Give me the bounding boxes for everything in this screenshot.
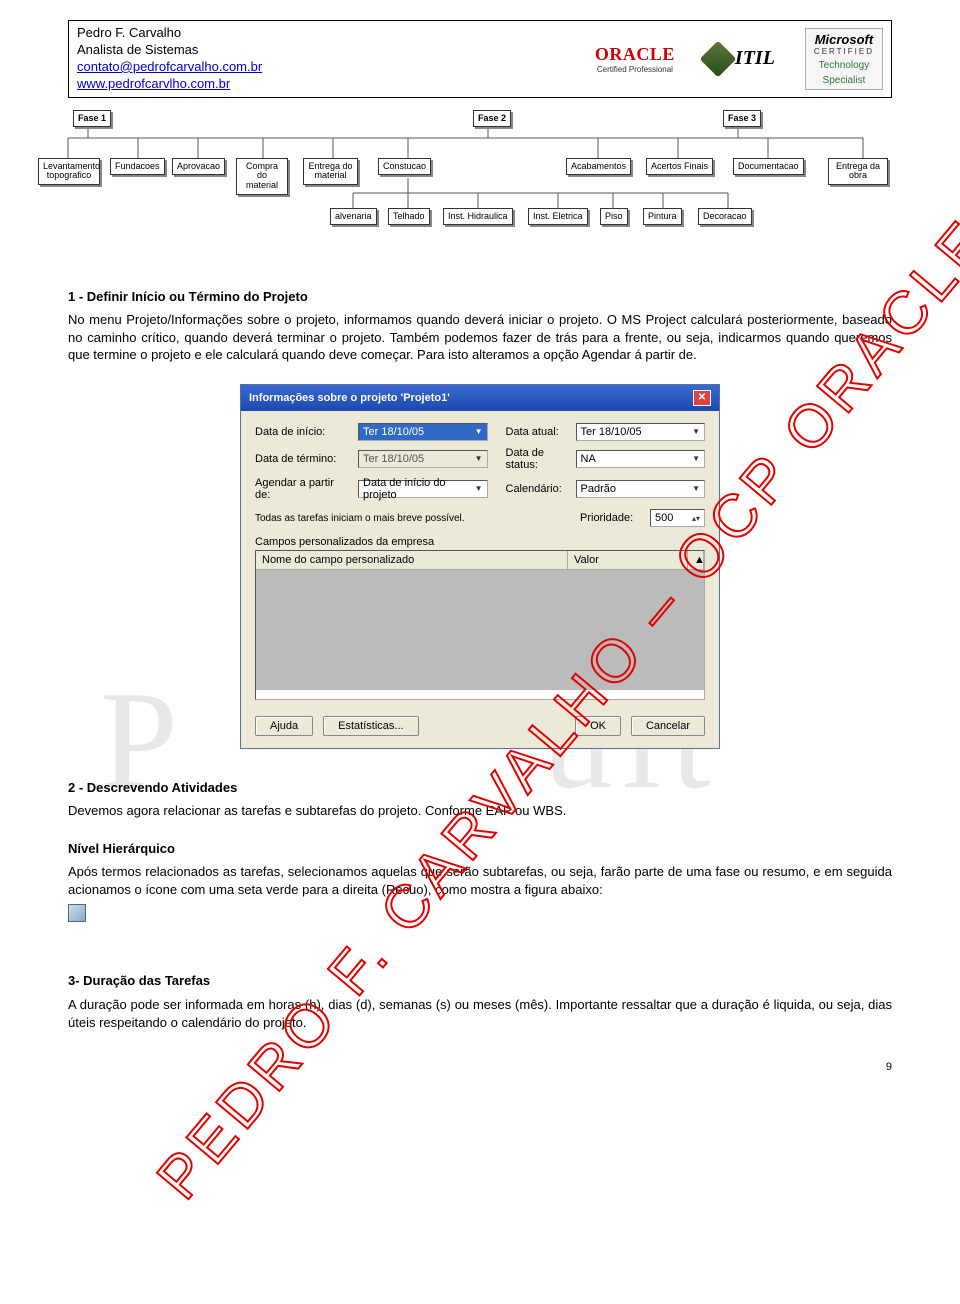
- node-compra: Compra do material: [236, 158, 288, 196]
- lbl-agendar: Agendar a partir de:: [255, 477, 350, 501]
- node-acertos: Acertos Finais: [646, 158, 713, 176]
- lbl-data-atual: Data atual:: [506, 426, 568, 438]
- node-aprovacao: Aprovacao: [172, 158, 225, 176]
- field-data-atual[interactable]: Ter 18/10/05▼: [576, 423, 706, 441]
- itil-logo: ITIL: [705, 46, 775, 72]
- col-nome: Nome do campo personalizado: [256, 551, 568, 569]
- section-2-text: Devemos agora relacionar as tarefas e su…: [68, 802, 892, 820]
- ok-button[interactable]: OK: [575, 716, 621, 736]
- field-prioridade[interactable]: 500▴▾: [650, 509, 705, 527]
- estatisticas-button[interactable]: Estatísticas...: [323, 716, 418, 736]
- lbl-prioridade: Prioridade:: [580, 512, 642, 524]
- node-fundacoes: Fundacoes: [110, 158, 165, 176]
- section-3-title: Nível Hierárquico: [68, 841, 175, 856]
- lbl-data-termino: Data de término:: [255, 453, 350, 465]
- header-site[interactable]: www.pedrofcarvlho.com.br: [77, 76, 230, 91]
- node-hidraulica: Inst. Hidraulica: [443, 208, 513, 226]
- node-eletrica: Inst. Eletrica: [528, 208, 588, 226]
- node-alvenaria: alvenaria: [330, 208, 377, 226]
- dialog-title: Informações sobre o projeto 'Projeto1': [249, 392, 450, 404]
- section-3-text: Após termos relacionados as tarefas, sel…: [68, 863, 892, 898]
- ajuda-button[interactable]: Ajuda: [255, 716, 313, 736]
- lbl-data-status: Data de status:: [506, 447, 568, 471]
- node-pintura: Pintura: [643, 208, 682, 226]
- node-documentacao: Documentacao: [733, 158, 804, 176]
- lbl-campos: Campos personalizados da empresa: [255, 536, 705, 548]
- node-fase3: Fase 3: [723, 110, 761, 128]
- custom-fields-table: Nome do campo personalizado Valor ▲: [255, 550, 705, 700]
- section-4-title: 3- Duração das Tarefas: [68, 973, 210, 988]
- section-1-title: 1 - Definir Início ou Término do Projeto: [68, 289, 308, 304]
- indent-right-icon: [68, 904, 86, 922]
- section-2-title: 2 - Descrevendo Atividades: [68, 780, 237, 795]
- node-levantamento: Levantamento topografico: [38, 158, 100, 186]
- wbs-chart: Fase 1 Fase 2 Fase 3 Levantamento topogr…: [38, 108, 862, 258]
- cancelar-button[interactable]: Cancelar: [631, 716, 705, 736]
- lbl-data-inicio: Data de início:: [255, 426, 350, 438]
- section-4-text: A duração pode ser informada em horas (h…: [68, 996, 892, 1031]
- project-info-dialog: Informações sobre o projeto 'Projeto1' ✕…: [240, 384, 720, 749]
- oracle-logo: ORACLE Certified Professional: [595, 44, 675, 74]
- node-telhado: Telhado: [388, 208, 430, 226]
- page-number: 9: [68, 1061, 892, 1073]
- field-data-status[interactable]: NA▼: [576, 450, 706, 468]
- section-4: 3- Duração das Tarefas A duração pode se…: [68, 972, 892, 1031]
- node-entrega: Entrega do material: [303, 158, 358, 186]
- node-acabamentos: Acabamentos: [566, 158, 631, 176]
- section-1: 1 - Definir Início ou Término do Projeto…: [68, 288, 892, 364]
- field-data-inicio[interactable]: Ter 18/10/05▼: [358, 423, 488, 441]
- scrollbar-up-icon[interactable]: ▲: [688, 551, 704, 569]
- node-entregaobra: Entrega da obra: [828, 158, 888, 186]
- lbl-calendario: Calendário:: [506, 483, 568, 495]
- node-fase1: Fase 1: [73, 110, 111, 128]
- section-1-text: No menu Projeto/Informações sobre o proj…: [68, 311, 892, 364]
- field-agendar[interactable]: Data de início do projeto▼: [358, 480, 488, 498]
- close-icon[interactable]: ✕: [693, 390, 711, 406]
- header-name: Pedro F. Carvalho: [77, 25, 565, 42]
- section-2: 2 - Descrevendo Atividades Devemos agora…: [68, 779, 892, 820]
- node-fase2: Fase 2: [473, 110, 511, 128]
- header-role: Analista de Sistemas: [77, 42, 565, 59]
- field-calendario[interactable]: Padrão▼: [576, 480, 706, 498]
- field-data-termino: Ter 18/10/05▼: [358, 450, 488, 468]
- node-decoracao: Decoracao: [698, 208, 752, 226]
- node-constucao: Constucao: [378, 158, 431, 176]
- section-3: Nível Hierárquico Após termos relacionad…: [68, 840, 892, 923]
- header-email[interactable]: contato@pedrofcarvalho.com.br: [77, 59, 262, 74]
- col-valor: Valor: [568, 551, 688, 569]
- hint-text: Todas as tarefas iniciam o mais breve po…: [255, 507, 562, 530]
- page-header: Pedro F. Carvalho Analista de Sistemas c…: [68, 20, 892, 98]
- microsoft-logo: Microsoft CERTIFIED Technology Specialis…: [805, 28, 883, 90]
- node-piso: Piso: [600, 208, 628, 226]
